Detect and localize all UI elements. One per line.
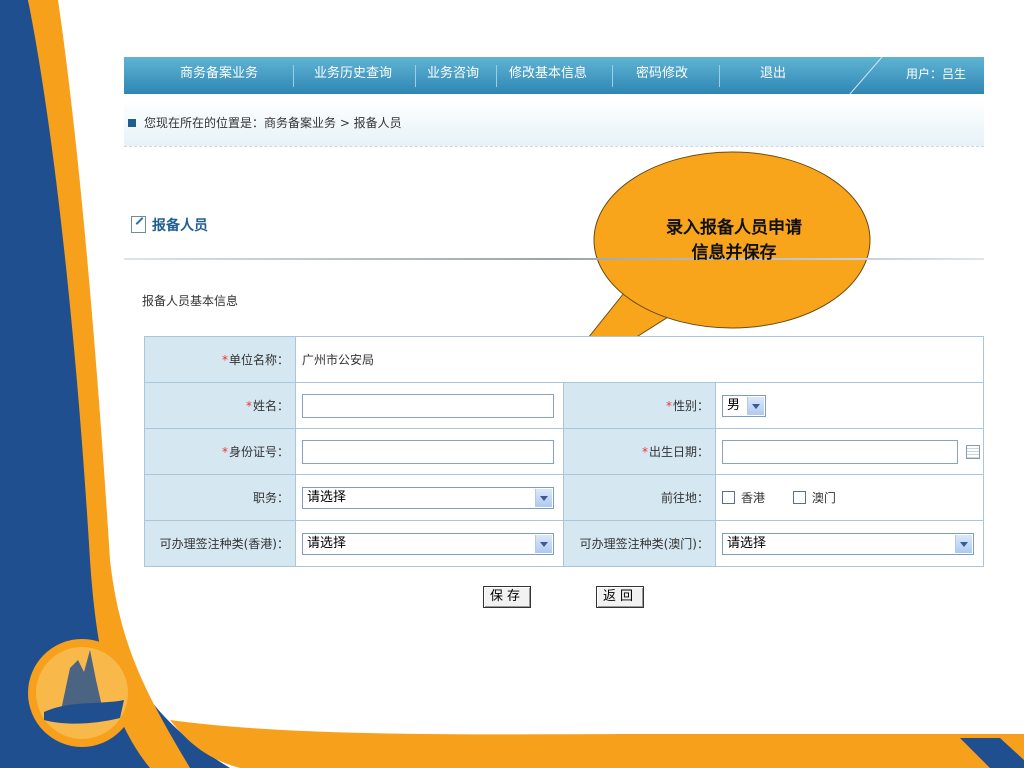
name-label: *姓名： — [144, 382, 296, 429]
nav-item-logout[interactable]: 退出 — [738, 57, 808, 94]
chevron-down-icon[interactable] — [535, 488, 552, 507]
name-input[interactable] — [302, 393, 554, 418]
nav-separator — [719, 65, 720, 87]
hong-kong-checkbox[interactable] — [722, 491, 735, 504]
gender-label: *性别： — [563, 382, 716, 429]
page-title: 报备人员 — [131, 215, 208, 235]
nav-separator — [293, 65, 294, 87]
macau-checkbox[interactable] — [792, 491, 806, 504]
callout-line-1: 录入报备人员申请 — [666, 218, 802, 238]
callout-text: 录入报备人员申请 信息并保存 — [628, 216, 840, 266]
macau-visa-select[interactable]: 请选择 — [722, 532, 974, 555]
bottom-blue-band — [960, 738, 1024, 768]
personnel-form: *单位名称： 广州市公安局 *姓名： *性别： 男 *身份证号： *出生日期： … — [144, 336, 984, 567]
form-row-unit: *单位名称： 广州市公安局 — [144, 336, 984, 383]
macau-label: 澳门 — [811, 491, 836, 505]
unit-value: 广州市公安局 — [295, 336, 984, 383]
macau-visa-label: 可办理签注种类(澳门)： — [563, 520, 716, 567]
hong-kong-label: 香港 — [741, 491, 766, 505]
nav-item-consult[interactable]: 业务咨询 — [420, 57, 486, 94]
form-row-id: *身份证号： *出生日期： — [144, 428, 984, 475]
logo-figure — [60, 650, 104, 715]
breadcrumb: 您现在所在的位置是：商务备案业务 > 报备人员 — [124, 100, 984, 147]
top-nav-bar: 商务备案业务 业务历史查询 业务咨询 修改基本信息 密码修改 退出 用户：吕生 — [124, 57, 984, 94]
position-select[interactable]: 请选择 — [302, 486, 554, 509]
logo-circle-inner — [36, 647, 128, 739]
page-title-text: 报备人员 — [152, 218, 208, 234]
breadcrumb-text: 您现在所在的位置是：商务备案业务 > 报备人员 — [144, 116, 402, 130]
subsection-title: 报备人员基本信息 — [142, 294, 239, 308]
form-row-visa: 可办理签注种类(香港)： 请选择 可办理签注种类(澳门)： 请选择 — [144, 520, 984, 567]
destination-label: 前往地： — [563, 474, 716, 521]
id-label: *身份证号： — [144, 428, 296, 475]
logo-circle-outer — [28, 639, 136, 747]
hk-visa-label: 可办理签注种类(香港)： — [144, 520, 296, 567]
back-button[interactable]: 返回 — [596, 586, 645, 608]
chevron-down-icon[interactable] — [747, 396, 764, 415]
save-button[interactable]: 保存 — [483, 586, 532, 608]
birth-date-label: *出生日期： — [563, 428, 716, 475]
position-label: 职务： — [144, 474, 296, 521]
form-row-name: *姓名： *性别： 男 — [144, 382, 984, 429]
birth-date-input[interactable] — [722, 439, 958, 464]
form-row-position: 职务： 请选择 前往地： 香港 澳门 — [144, 474, 984, 521]
nav-slash-divider — [849, 57, 883, 94]
nav-item-edit-info[interactable]: 修改基本信息 — [502, 57, 594, 94]
bottom-orange-band — [170, 720, 1024, 768]
nav-separator — [496, 65, 497, 87]
hk-visa-select[interactable]: 请选择 — [302, 532, 554, 555]
nav-separator — [612, 65, 613, 87]
nav-separator — [415, 65, 416, 87]
breadcrumb-arrow-icon — [128, 119, 136, 127]
gender-select[interactable]: 男 — [722, 394, 766, 417]
id-number-input[interactable] — [302, 439, 554, 464]
unit-label: *单位名称： — [144, 336, 296, 383]
nav-item-change-password[interactable]: 密码修改 — [624, 57, 700, 94]
chevron-down-icon[interactable] — [535, 534, 552, 553]
calendar-icon[interactable] — [966, 444, 980, 459]
logo-wave — [44, 700, 124, 724]
nav-item-history-query[interactable]: 业务历史查询 — [300, 57, 406, 94]
chevron-down-icon[interactable] — [955, 534, 972, 553]
edit-document-icon — [131, 216, 146, 233]
callout-line-2: 信息并保存 — [691, 243, 777, 263]
current-user: 用户：吕生 — [905, 67, 966, 81]
nav-item-filing-business[interactable]: 商务备案业务 — [164, 57, 274, 94]
title-divider — [124, 258, 984, 260]
